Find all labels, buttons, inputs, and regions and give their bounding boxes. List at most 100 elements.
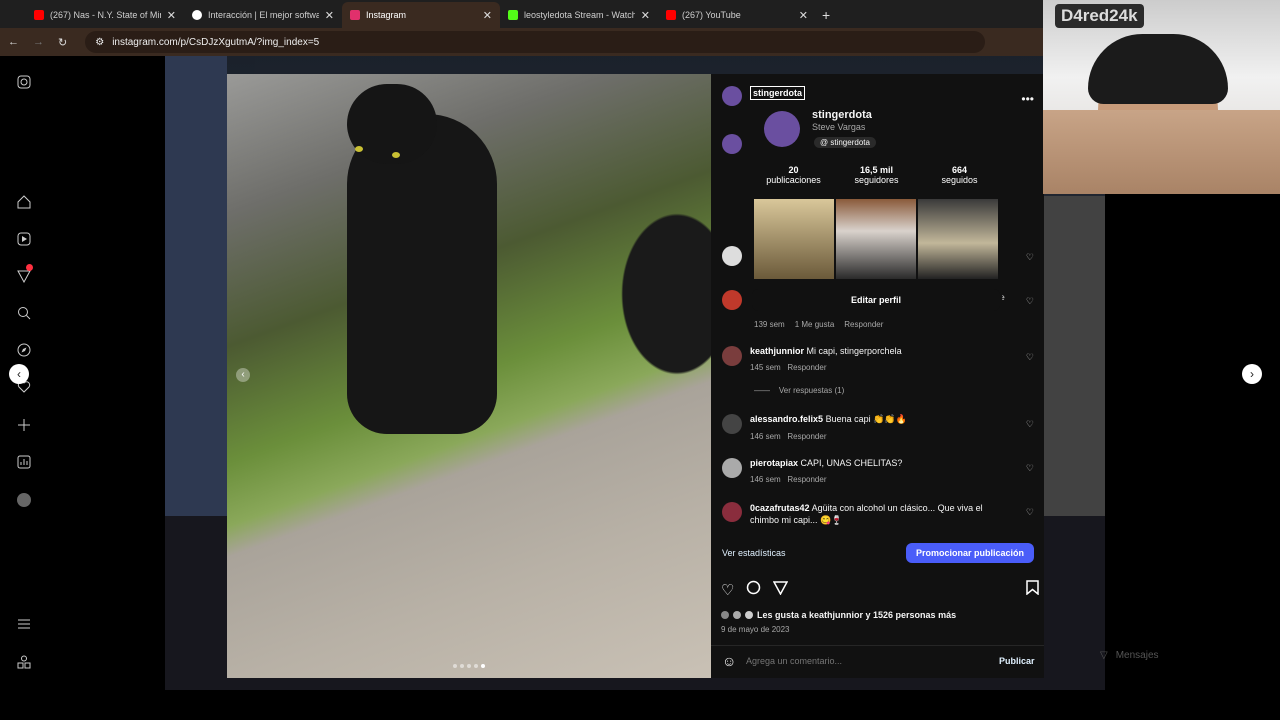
stat-value: 20 [788,165,799,175]
back-icon[interactable]: ← [8,36,19,48]
likes-text: Les gusta a keathjunnior y 1526 personas… [757,610,957,620]
avatar[interactable] [722,246,742,266]
like-comment-heart-icon[interactable]: ♡ [1026,252,1034,263]
reload-icon[interactable]: ↻ [58,36,67,49]
likes-summary[interactable]: Les gusta a keathjunnior y 1526 personas… [721,610,956,620]
comment-username[interactable]: alessandro.felix5 [750,414,823,424]
avatar[interactable] [722,458,742,478]
avatar[interactable] [722,290,742,310]
avatar[interactable] [722,502,742,522]
tab-bar: (267) Nas - N.Y. State of Mind | ✕ Intera… [0,0,1043,28]
like-heart-icon[interactable]: ♡ [721,581,734,599]
forward-icon[interactable]: → [33,36,44,48]
threads-handle: stingerdota [830,138,870,147]
site-info-icon[interactable]: ⚙ [95,37,104,48]
publish-button[interactable]: Publicar [999,656,1035,666]
recent-post-thumbnail[interactable] [836,199,916,279]
view-replies-link[interactable]: —— Ver respuestas (1) [754,386,902,395]
comment-username[interactable]: 0cazafrutas42 [750,503,810,513]
reels-icon[interactable] [14,229,34,249]
youtube-favicon-icon [666,10,676,20]
site-favicon-icon [192,10,202,20]
like-comment-heart-icon[interactable]: ♡ [1026,507,1034,518]
new-tab-button[interactable]: + [822,2,830,28]
share-icon[interactable] [773,580,789,600]
view-insights-link[interactable]: Ver estadísticas [722,548,786,558]
comment-username[interactable]: pierotapiax [750,458,798,468]
stat-value: 664 [951,165,968,175]
profile-avatar[interactable] [14,490,34,510]
comment-input[interactable] [746,652,976,670]
cat-eye-shape [355,146,363,152]
also-from-meta-icon[interactable] [14,652,34,672]
comment-meta: 139 sem 1 Me gusta Responder [754,320,883,329]
hover-card-avatar[interactable] [764,111,800,147]
stat-label: seguidores [854,175,899,185]
tab-3[interactable]: leostyledota Stream - Watch Li ✕ [500,2,658,28]
tab-2[interactable]: Instagram ✕ [342,2,500,28]
stat-followers[interactable]: 16,5 mil seguidores [835,165,918,185]
reply-link[interactable]: Responder [844,320,883,329]
stat-posts[interactable]: 20 publicaciones [752,165,835,185]
tab-4[interactable]: (267) YouTube ✕ [658,2,816,28]
promote-post-button[interactable]: Promocionar publicación [906,543,1035,563]
notification-badge [26,264,33,271]
dashboard-icon[interactable] [14,452,34,472]
prev-post-button[interactable]: ‹ [9,364,29,384]
next-post-button[interactable]: › [1242,364,1262,384]
explore-icon[interactable] [14,340,34,360]
comment-username[interactable]: keathjunnior [750,346,804,356]
create-icon[interactable] [14,415,34,435]
close-tab-icon[interactable]: ✕ [325,9,334,22]
carousel-prev-icon[interactable]: ‹ [236,368,250,382]
like-comment-heart-icon[interactable]: ♡ [1026,463,1034,474]
more-options-icon[interactable]: ••• [1021,92,1034,106]
close-tab-icon[interactable]: ✕ [799,9,808,22]
streamer-hair-shape [1088,34,1228,104]
save-bookmark-icon[interactable] [1026,580,1039,600]
youtube-favicon-icon [34,10,44,20]
address-bar[interactable]: ⚙ instagram.com/p/CsDJzXgutmA/?img_index… [85,31,986,53]
bottom-bar [0,690,1280,720]
stat-following[interactable]: 664 seguidos [918,165,1001,185]
avatar[interactable] [722,346,742,366]
avatar[interactable] [722,414,742,434]
reply-link[interactable]: Responder [787,475,826,484]
comment-time: 146 sem [750,475,781,484]
like-comment-heart-icon[interactable]: ♡ [1026,352,1034,363]
tab-0[interactable]: (267) Nas - N.Y. State of Mind | ✕ [26,2,184,28]
threads-badge[interactable]: @ stingerdota [814,137,876,148]
more-menu-icon[interactable] [14,614,34,634]
messages-pill[interactable]: ▽ Mensajes [1088,640,1238,670]
emoji-icon[interactable]: ☺ [722,653,736,669]
close-tab-icon[interactable]: ✕ [641,9,650,22]
home-icon[interactable] [14,192,34,212]
tab-title: leostyledota Stream - Watch Li [524,10,635,20]
comment-icon[interactable] [746,580,761,600]
avatar[interactable] [722,134,742,154]
post-actions: ♡ [721,580,1039,600]
address-toolbar: ← → ↻ ⚙ instagram.com/p/CsDJzXgutmA/?img… [0,28,1043,56]
tab-1[interactable]: Interacción | El mejor software ✕ [184,2,342,28]
like-comment-heart-icon[interactable]: ♡ [1026,419,1034,430]
comment-likes[interactable]: 1 Me gusta [795,320,835,329]
recent-post-thumbnail[interactable] [918,199,998,279]
hover-card-username[interactable]: stingerdota [812,109,872,121]
post-owner-username[interactable]: stingerdota [750,86,806,100]
tab-title: (267) Nas - N.Y. State of Mind | [50,10,161,20]
hover-card-fullname: Steve Vargas [812,122,866,132]
close-tab-icon[interactable]: ✕ [483,9,492,22]
like-comment-heart-icon[interactable]: ♡ [1026,296,1034,307]
reply-link[interactable]: Responder [787,363,826,372]
post-image[interactable]: ‹ [227,74,711,678]
recent-post-thumbnail[interactable] [754,199,834,279]
comment-time: 139 sem [754,320,785,329]
close-tab-icon[interactable]: ✕ [167,9,176,22]
edit-profile-button[interactable]: Editar perfil [752,289,1000,311]
search-icon[interactable] [14,303,34,323]
instagram-logo-icon[interactable] [14,72,34,92]
avatar[interactable] [722,86,742,106]
reply-link[interactable]: Responder [787,432,826,441]
comment-text: Mi capi, stingerporchela [806,346,902,356]
messages-icon[interactable] [14,264,34,286]
